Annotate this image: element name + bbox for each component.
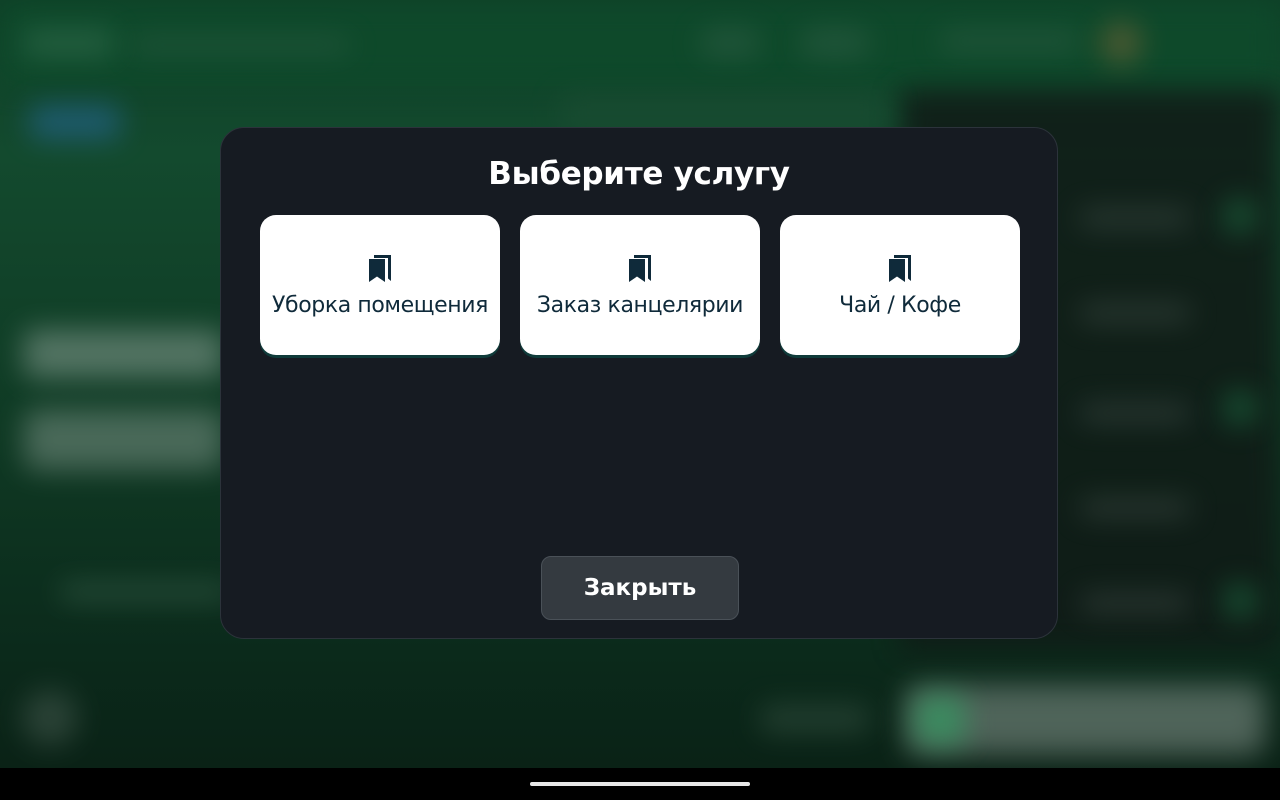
background-list-row xyxy=(1080,210,1190,226)
service-card-label: Чай / Кофе xyxy=(839,293,961,318)
background-list-row xyxy=(1080,500,1190,516)
background-avatar xyxy=(1100,22,1142,64)
service-selection-dialog: Выберите услугу Уборка помещения Заказ к… xyxy=(220,127,1058,639)
background-header-pill xyxy=(800,30,870,56)
background-header-text xyxy=(130,38,350,52)
background-chip xyxy=(30,105,120,139)
background-large-text xyxy=(24,330,224,378)
background-list-dot xyxy=(1222,390,1258,426)
close-button[interactable]: Закрыть xyxy=(541,556,739,620)
service-card-cleaning[interactable]: Уборка помещения xyxy=(260,215,500,355)
background-user-name xyxy=(940,32,1080,50)
background-list-row xyxy=(1080,405,1190,421)
background-logo xyxy=(24,30,114,56)
background-list-row xyxy=(1080,305,1190,321)
background-bottom-icon xyxy=(915,695,965,745)
service-card-stationery[interactable]: Заказ канцелярии xyxy=(520,215,760,355)
app-screen: Выберите услугу Уборка помещения Заказ к… xyxy=(0,0,1280,768)
service-card-tea-coffee[interactable]: Чай / Кофе xyxy=(780,215,1020,355)
background-list-row xyxy=(1080,595,1190,611)
service-card-label: Уборка помещения xyxy=(272,293,488,318)
background-block xyxy=(24,410,224,470)
service-card-label: Заказ канцелярии xyxy=(536,293,744,318)
background-bottom-label xyxy=(760,705,870,733)
dialog-title: Выберите услугу xyxy=(488,156,790,192)
background-list-dot xyxy=(1222,198,1258,234)
background-list-dot xyxy=(1222,583,1258,619)
bookmarks-icon xyxy=(889,255,911,282)
bookmarks-icon xyxy=(369,255,391,282)
background-header-pill xyxy=(700,30,760,56)
system-navigation-bar xyxy=(0,768,1280,800)
background-band xyxy=(560,95,890,130)
bookmarks-icon xyxy=(629,255,651,282)
home-gesture-handle[interactable] xyxy=(530,782,750,786)
background-line xyxy=(60,585,230,599)
background-bottom-circle xyxy=(22,690,78,746)
